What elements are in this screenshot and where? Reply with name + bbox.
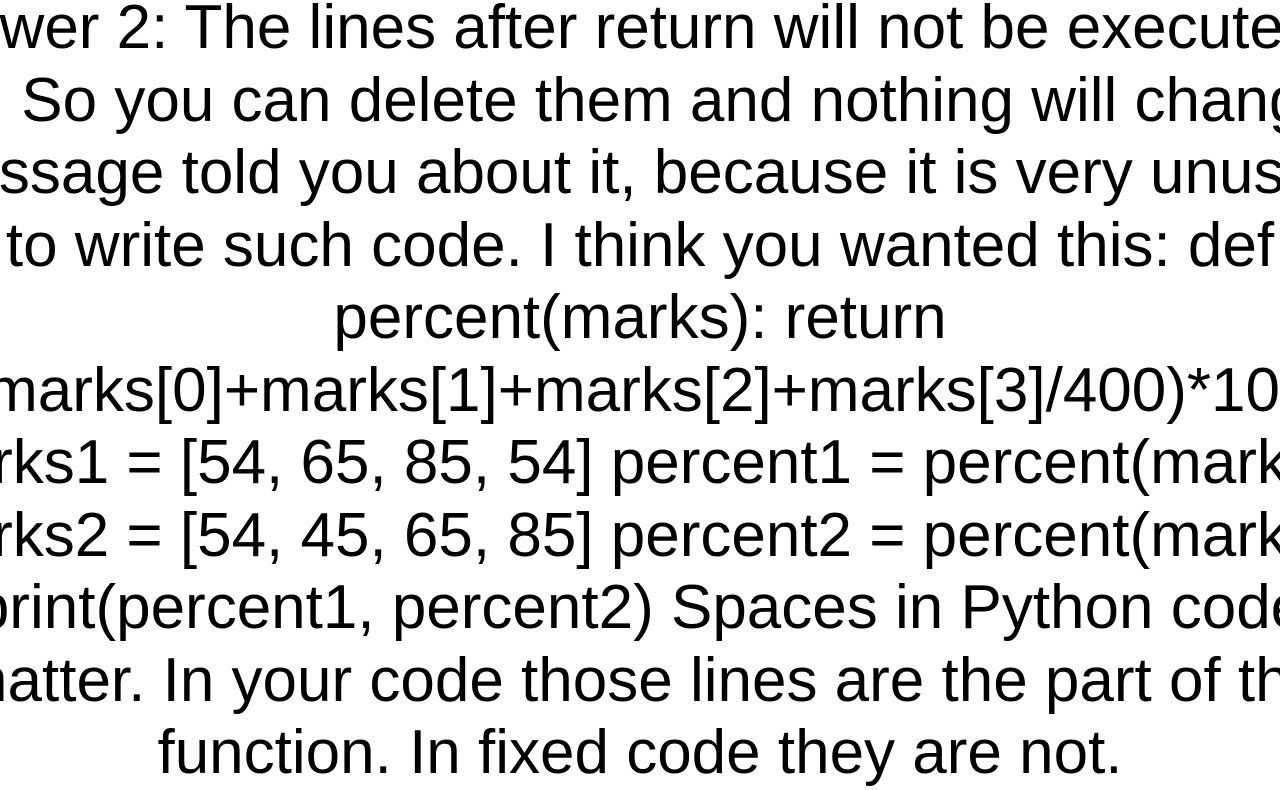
answer-text: Answer 2: The lines after return will no…	[0, 0, 1280, 790]
